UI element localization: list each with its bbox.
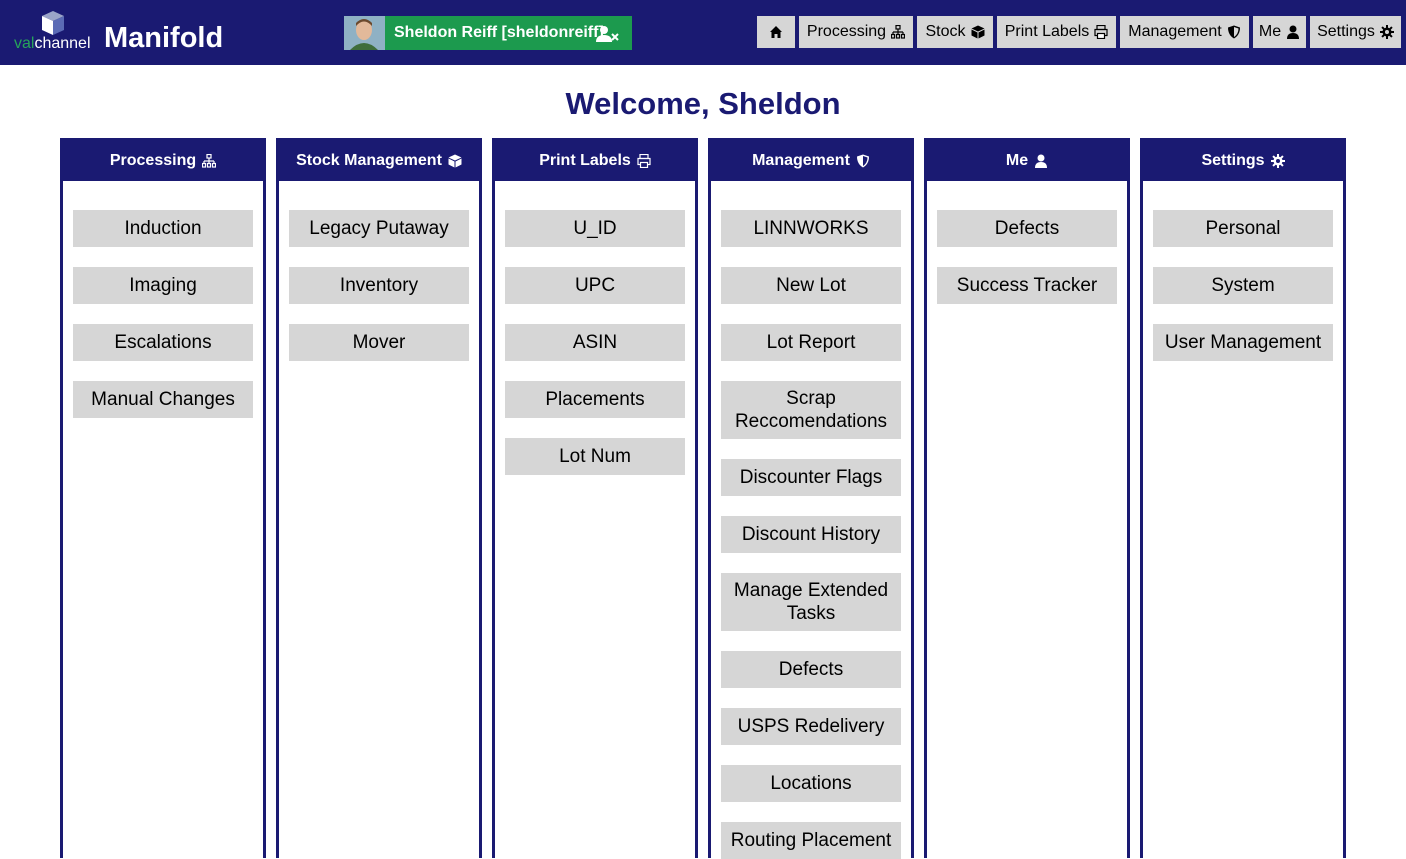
printer-icon [637,154,651,168]
panel-items: Legacy Putaway Inventory Mover [279,181,479,361]
management-panel: Management LINNWORKS New Lot Lot Report … [708,138,914,859]
cube-logo-icon [42,11,64,35]
nav-management-button[interactable]: Management [1120,16,1249,48]
shield-icon [1227,25,1240,39]
discount-history-button[interactable]: Discount History [721,516,901,553]
panel-header: Me [927,141,1127,181]
settings-panel: Settings Personal System User Management [1140,138,1346,858]
top-navbar: valchannel Manifold Sheldon Reiff [sheld… [0,0,1406,65]
panel-title: Print Labels [539,152,631,169]
user-management-button[interactable]: User Management [1153,324,1333,361]
nav-settings-button[interactable]: Settings [1310,16,1401,48]
discounter-flags-button[interactable]: Discounter Flags [721,459,901,496]
user-name: Sheldon Reiff [sheldonreiff] [394,24,604,41]
printer-icon [1094,25,1108,39]
induction-button[interactable]: Induction [73,210,253,247]
box-icon [971,25,984,39]
nav-processing-button[interactable]: Processing [799,16,913,48]
sitemap-icon [202,154,217,168]
upc-label-button[interactable]: UPC [505,267,685,304]
nav-me-button[interactable]: Me [1253,16,1306,48]
manual-changes-button[interactable]: Manual Changes [73,381,253,418]
app-title: Manifold [104,22,224,54]
linnworks-button[interactable]: LINNWORKS [721,210,901,247]
imaging-button[interactable]: Imaging [73,267,253,304]
sitemap-icon [891,25,906,39]
nav-label: Stock [925,23,966,40]
placements-label-button[interactable]: Placements [505,381,685,418]
valchannel-logo[interactable]: valchannel [14,8,98,52]
panel-items: LINNWORKS New Lot Lot Report Scrap Recco… [711,181,911,859]
nav-stock-button[interactable]: Stock [917,16,993,48]
personal-settings-button[interactable]: Personal [1153,210,1333,247]
panel-title: Management [752,152,850,169]
panel-title: Processing [109,152,197,169]
processing-panel: Processing Induction Imaging Escalations… [60,138,266,858]
nav-label: Management [1128,23,1222,40]
panel-title: Settings [1201,152,1265,169]
new-lot-button[interactable]: New Lot [721,267,901,304]
nav-label: Settings [1317,23,1375,40]
stock-management-panel: Stock Management Legacy Putaway Inventor… [276,138,482,858]
locations-button[interactable]: Locations [721,765,901,802]
nav-label: Processing [806,23,887,40]
system-settings-button[interactable]: System [1153,267,1333,304]
lot-report-button[interactable]: Lot Report [721,324,901,361]
user-icon [1287,25,1300,39]
me-panel: Me Defects Success Tracker [924,138,1130,858]
escalations-button[interactable]: Escalations [73,324,253,361]
logo-wordmark: valchannel [14,35,91,52]
nav-print-labels-button[interactable]: Print Labels [997,16,1116,48]
panel-header: Settings [1143,141,1343,181]
mover-button[interactable]: Mover [289,324,469,361]
asin-label-button[interactable]: ASIN [505,324,685,361]
panel-header: Processing [63,141,263,181]
u-id-label-button[interactable]: U_ID [505,210,685,247]
panel-header: Management [711,141,911,181]
panel-items: U_ID UPC ASIN Placements Lot Num [495,181,695,475]
nav-label: Print Labels [1004,23,1090,40]
routing-placement-button[interactable]: Routing Placement [721,822,901,859]
my-defects-button[interactable]: Defects [937,210,1117,247]
gear-icon [1270,154,1285,168]
success-tracker-button[interactable]: Success Tracker [937,267,1117,304]
panel-items: Defects Success Tracker [927,181,1127,304]
box-icon [448,154,462,168]
nav-home-button[interactable] [757,16,795,48]
gear-icon [1379,25,1394,39]
panel-title: Stock Management [296,152,442,169]
home-icon [770,26,782,38]
lot-num-label-button[interactable]: Lot Num [505,438,685,475]
panel-header: Print Labels [495,141,695,181]
print-labels-panel: Print Labels U_ID UPC ASIN Placements Lo… [492,138,698,858]
shield-icon [856,154,869,168]
nav-label: Me [1258,23,1282,40]
user-icon [1035,154,1048,168]
user-remove-icon[interactable] [596,25,620,43]
panel-header: Stock Management [279,141,479,181]
panel-title: Me [1005,152,1029,169]
usps-redelivery-button[interactable]: USPS Redelivery [721,708,901,745]
scrap-recommendations-button[interactable]: Scrap Reccomendations [721,381,901,439]
inventory-button[interactable]: Inventory [289,267,469,304]
panel-items: Personal System User Management [1143,181,1343,361]
current-user-badge: Sheldon Reiff [sheldonreiff] [344,16,632,50]
avatar [344,16,385,50]
manage-extended-tasks-button[interactable]: Manage Extended Tasks [721,573,901,631]
welcome-heading: Welcome, Sheldon [565,86,841,121]
legacy-putaway-button[interactable]: Legacy Putaway [289,210,469,247]
panel-items: Induction Imaging Escalations Manual Cha… [63,181,263,418]
defects-button[interactable]: Defects [721,651,901,688]
